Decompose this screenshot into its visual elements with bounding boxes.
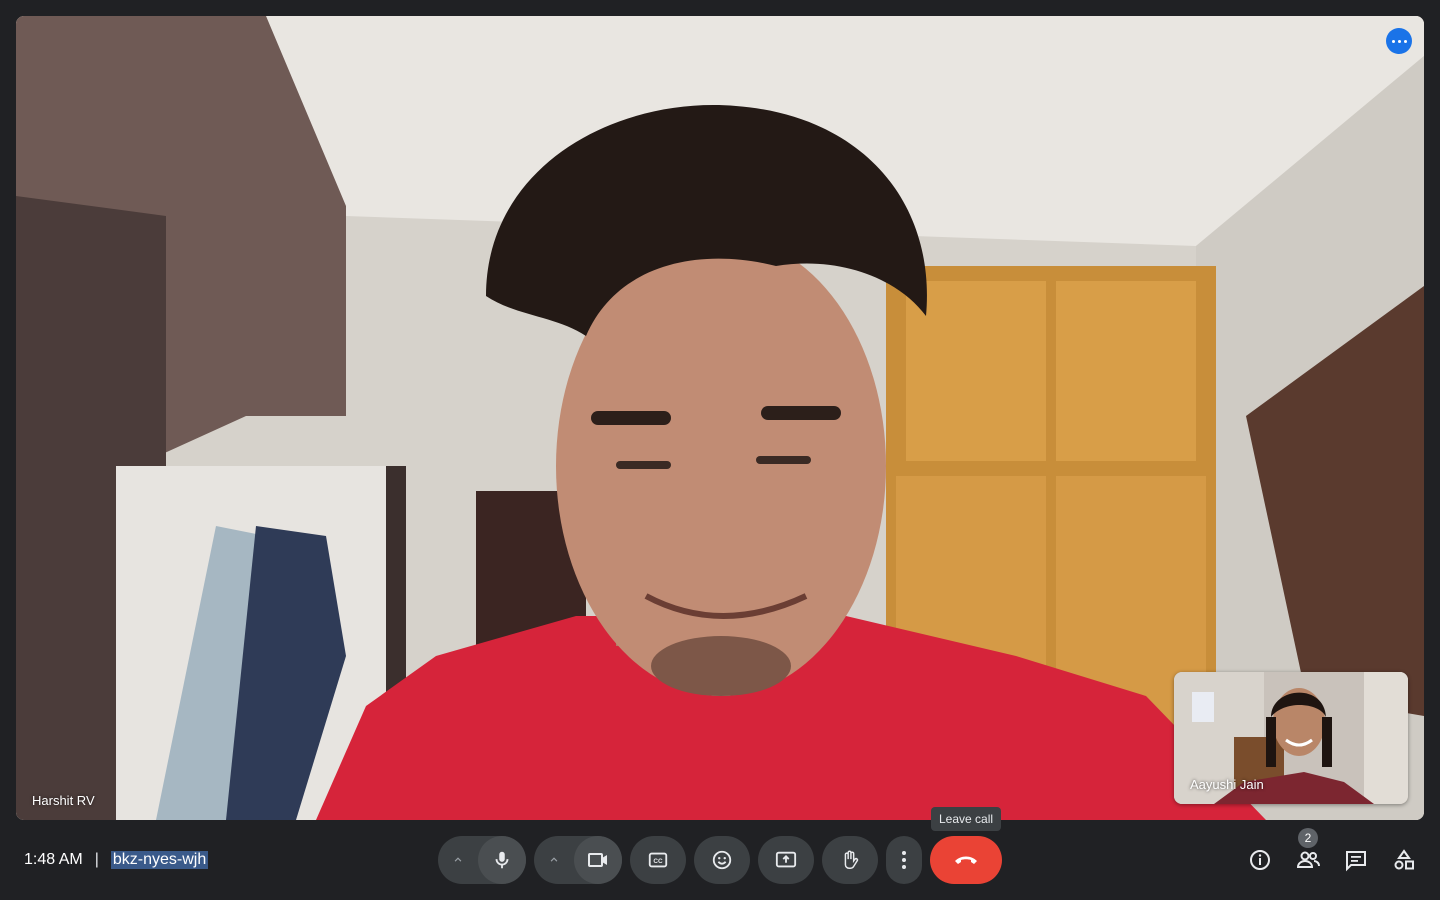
- closed-caption-icon: CC: [648, 852, 668, 868]
- video-options-button[interactable]: [534, 836, 574, 884]
- captions-button[interactable]: CC: [630, 836, 686, 884]
- audio-control-group: [438, 836, 526, 884]
- participant-name-label: Harshit RV: [32, 793, 95, 808]
- reactions-button[interactable]: [694, 836, 750, 884]
- more-vert-icon: [902, 851, 906, 869]
- chevron-up-icon: [550, 857, 558, 862]
- side-panel-controls: 2: [1236, 828, 1428, 884]
- activities-icon: [1394, 849, 1414, 870]
- chat-icon: [1346, 851, 1366, 872]
- self-view-tile[interactable]: Aayushi Jain: [1174, 672, 1408, 804]
- hand-icon: [844, 850, 859, 869]
- emoji-icon: [712, 850, 732, 870]
- leave-call-button[interactable]: [930, 836, 1002, 884]
- people-icon: [1296, 851, 1320, 868]
- camera-button[interactable]: [574, 836, 622, 884]
- microphone-button[interactable]: [478, 836, 526, 884]
- meeting-separator: |: [94, 851, 99, 868]
- call-end-icon: [955, 856, 977, 864]
- meeting-time: 1:48 AM: [24, 851, 83, 868]
- video-control-group: [534, 836, 622, 884]
- videocam-icon: [588, 853, 607, 867]
- activities-button[interactable]: [1380, 836, 1428, 884]
- chat-button[interactable]: [1332, 836, 1380, 884]
- more-horiz-icon-dot: [1391, 39, 1395, 43]
- meeting-code[interactable]: bkz-nyes-wjh: [110, 851, 209, 869]
- more-options-button[interactable]: [886, 836, 922, 884]
- present-screen-icon: [775, 851, 797, 868]
- meeting-details-button[interactable]: [1236, 836, 1284, 884]
- mic-icon: [495, 851, 509, 869]
- tile-more-options-button[interactable]: [1386, 28, 1412, 54]
- self-name-label: Aayushi Jain: [1190, 777, 1264, 792]
- bottom-control-bar: 1:48 AM | bkz-nyes-wjh CC 2: [0, 820, 1440, 900]
- people-count-badge: 2: [1298, 828, 1318, 848]
- call-controls: CC: [438, 836, 1002, 884]
- svg-text:CC: CC: [653, 858, 663, 865]
- more-horiz-icon-dot: [1397, 39, 1401, 43]
- info-icon: [1250, 850, 1270, 870]
- more-horiz-icon-dot: [1403, 39, 1407, 43]
- chevron-up-icon: [454, 857, 462, 862]
- people-button[interactable]: 2: [1284, 828, 1332, 884]
- audio-options-button[interactable]: [438, 836, 478, 884]
- meeting-details: 1:48 AM | bkz-nyes-wjh: [24, 850, 209, 870]
- present-now-button[interactable]: [758, 836, 814, 884]
- raise-hand-button[interactable]: [822, 836, 878, 884]
